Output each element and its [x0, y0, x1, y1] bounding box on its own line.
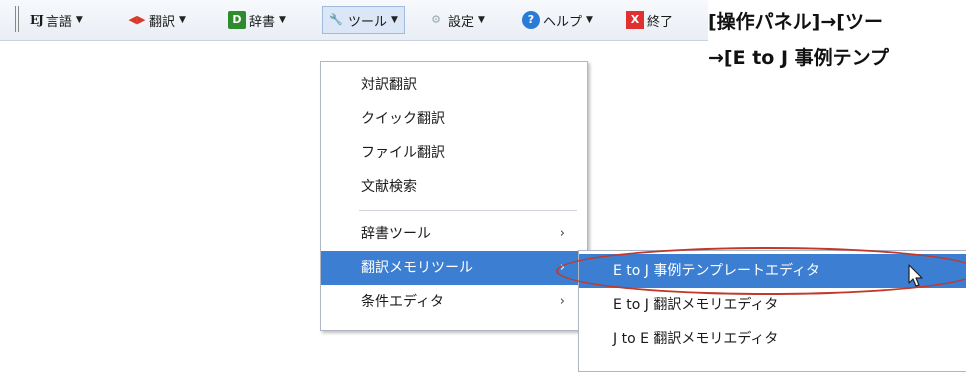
settings-menu-button[interactable]: ⚙ 設定 ▼: [427, 8, 485, 32]
menu-item-label: E to J 翻訳メモリエディタ: [613, 297, 779, 313]
dictionary-icon: D: [228, 11, 246, 29]
toolbar-grip[interactable]: [15, 6, 19, 32]
wrench-icon: 🔧: [329, 13, 343, 26]
menu-item-etoj-memory-editor[interactable]: E to J 翻訳メモリエディタ: [579, 288, 966, 322]
exit-label: 終了: [647, 14, 674, 30]
menu-item-label: E to J 事例テンプレートエディタ: [613, 263, 820, 279]
chevron-down-icon: ▼: [586, 15, 593, 25]
mouse-pointer-icon: [908, 264, 923, 287]
language-menu-button[interactable]: EJ 言語 ▼: [30, 8, 83, 32]
menu-item-quick-translation[interactable]: クイック翻訳: [321, 102, 587, 136]
chevron-down-icon: ▼: [391, 15, 398, 25]
settings-label: 設定: [448, 14, 475, 30]
translate-menu-button[interactable]: ◀▶ 翻訳 ▼: [128, 8, 186, 32]
chevron-right-icon: ›: [559, 260, 565, 275]
menu-item-dictionary-tools[interactable]: 辞書ツール ›: [321, 217, 587, 251]
menu-item-label: 文献検索: [361, 179, 417, 195]
translate-arrow-icon: ◀▶: [128, 13, 146, 26]
menu-item-label: クイック翻訳: [361, 111, 445, 127]
menu-item-label: J to E 翻訳メモリエディタ: [613, 331, 779, 347]
chevron-down-icon: ▼: [478, 15, 485, 25]
menu-item-label: 条件エディタ: [361, 294, 445, 310]
instruction-text-line2: →[E to J 事例テンプ: [708, 47, 890, 69]
menu-item-file-translation[interactable]: ファイル翻訳: [321, 136, 587, 170]
menu-item-condition-editor[interactable]: 条件エディタ ›: [321, 285, 587, 319]
help-icon: ?: [522, 11, 540, 29]
menu-item-label: 辞書ツール: [361, 226, 431, 242]
help-label: ヘルプ: [543, 14, 583, 30]
chevron-right-icon: ›: [559, 294, 565, 309]
ej-language-icon: EJ: [30, 13, 44, 27]
exit-button[interactable]: X 終了: [626, 8, 673, 32]
tools-dropdown-menu: 対訳翻訳 クイック翻訳 ファイル翻訳 文献検索 辞書ツール › 翻訳メモリツール…: [320, 61, 588, 331]
tools-label: ツール: [348, 14, 388, 30]
dictionary-menu-button[interactable]: D 辞書 ▼: [228, 8, 286, 32]
chevron-down-icon: ▼: [279, 15, 286, 25]
instruction-text-line1: [操作パネル]→[ツー: [708, 11, 883, 33]
dictionary-label: 辞書: [249, 14, 276, 30]
chevron-down-icon: ▼: [75, 15, 83, 25]
menu-item-label: 対訳翻訳: [361, 77, 417, 93]
close-icon: X: [626, 11, 644, 29]
menu-item-label: ファイル翻訳: [361, 145, 445, 161]
language-label: 言語: [45, 14, 72, 30]
menu-item-translation-memory-tools[interactable]: 翻訳メモリツール ›: [321, 251, 587, 285]
gear-icon: ⚙: [431, 13, 441, 26]
menu-item-literature-search[interactable]: 文献検索: [321, 170, 587, 204]
tools-menu-button[interactable]: 🔧 ツール ▼: [322, 6, 405, 34]
help-menu-button[interactable]: ? ヘルプ ▼: [522, 8, 593, 32]
menu-item-jtoe-memory-editor[interactable]: J to E 翻訳メモリエディタ: [579, 322, 966, 356]
menu-item-label: 翻訳メモリツール: [361, 260, 473, 276]
chevron-down-icon: ▼: [179, 15, 186, 25]
chevron-right-icon: ›: [559, 226, 565, 241]
operation-panel-toolbar: EJ 言語 ▼ ◀▶ 翻訳 ▼ D 辞書 ▼ 🔧 ツール ▼ ⚙ 設定 ▼ ? …: [0, 0, 708, 41]
translate-label: 翻訳: [149, 14, 176, 30]
menu-item-bilingual-translation[interactable]: 対訳翻訳: [321, 68, 587, 102]
menu-separator: [359, 210, 577, 211]
